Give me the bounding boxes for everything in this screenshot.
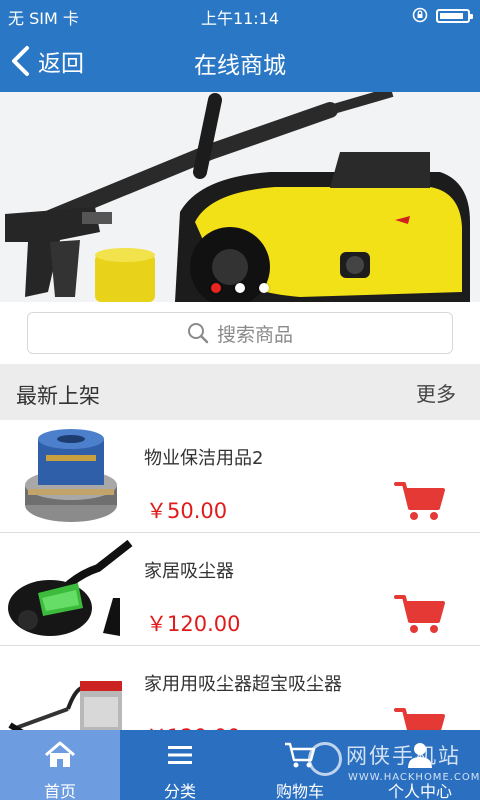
tab-category[interactable]: 分类 <box>120 730 240 800</box>
add-to-cart-icon[interactable] <box>394 706 446 730</box>
product-price: ￥120.00 <box>146 612 241 636</box>
tab-label: 分类 <box>163 782 196 800</box>
vacuum-motor-image <box>25 429 117 522</box>
nav-bar: 返回 在线商城 <box>0 30 480 92</box>
status-time: 上午11:14 <box>200 9 280 28</box>
carousel-dot[interactable] <box>235 283 245 293</box>
banner-carousel[interactable] <box>0 92 480 302</box>
menu-icon <box>168 746 192 764</box>
tab-label: 首页 <box>43 782 76 800</box>
add-to-cart-icon[interactable] <box>394 593 446 635</box>
carousel-dot[interactable] <box>211 283 221 293</box>
drum-vacuum-image <box>8 681 122 730</box>
carousel-dot[interactable] <box>259 283 269 293</box>
search-placeholder: 搜索商品 <box>216 323 293 346</box>
add-to-cart-icon[interactable] <box>394 480 446 522</box>
product-price: ￥120.00 <box>146 721 240 730</box>
product-price: ￥50.00 <box>146 499 228 523</box>
product-row[interactable]: 家用用吸尘器超宝吸尘器 ￥120.00 <box>0 646 480 730</box>
home-icon <box>45 741 75 767</box>
tab-profile[interactable]: 个人中心 <box>360 730 480 800</box>
tab-cart[interactable]: 购物车 <box>240 730 360 800</box>
cart-icon <box>285 742 316 768</box>
pressure-washer-image <box>0 92 480 302</box>
tab-bar: 首页 分类 购物车 个人中心 <box>0 730 480 800</box>
page-title: 在线商城 <box>194 53 286 79</box>
search-input[interactable]: 搜索商品 <box>27 312 453 354</box>
battery-icon <box>436 9 473 23</box>
rotation-lock-icon <box>412 7 428 23</box>
tab-home[interactable]: 首页 <box>0 730 120 800</box>
tab-label: 个人中心 <box>387 782 452 800</box>
canister-vacuum-image <box>8 539 133 636</box>
search-icon <box>187 323 209 344</box>
status-bar: 无 SIM 卡 上午11:14 <box>0 0 480 30</box>
product-name[interactable]: 家用用吸尘器超宝吸尘器 <box>144 670 342 696</box>
product-row[interactable]: 物业保洁用品2 ￥50.00 <box>0 420 480 533</box>
carousel-dots <box>0 283 480 293</box>
search-area: 搜索商品 <box>0 302 480 364</box>
product-list: 物业保洁用品2 ￥50.00 家居吸尘器 ￥120.00 家用用吸尘器超宝吸尘器 <box>0 420 480 730</box>
user-icon <box>408 743 432 768</box>
section-title: 最新上架 <box>16 384 100 408</box>
product-name[interactable]: 家居吸尘器 <box>144 557 234 583</box>
product-name[interactable]: 物业保洁用品2 <box>144 444 263 470</box>
section-header: 最新上架 更多 <box>0 364 480 420</box>
tab-label: 购物车 <box>275 782 324 800</box>
more-link[interactable]: 更多 <box>416 378 456 407</box>
product-row[interactable]: 家居吸尘器 ￥120.00 <box>0 533 480 646</box>
